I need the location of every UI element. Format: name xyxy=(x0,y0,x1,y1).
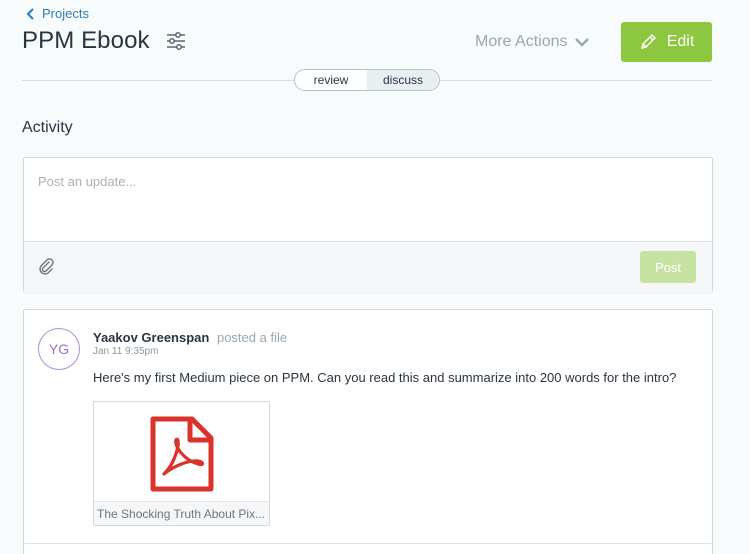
sliders-icon[interactable] xyxy=(166,31,186,51)
back-to-projects-link[interactable]: Projects xyxy=(26,6,89,21)
author-line: Yaakov Greenspan posted a file xyxy=(93,330,287,345)
activity-heading: Activity xyxy=(22,119,73,136)
page-title: PPM Ebook xyxy=(22,27,150,54)
more-actions-label: More Actions xyxy=(475,33,568,50)
chevron-down-icon xyxy=(575,38,590,47)
tab-discuss[interactable]: discuss xyxy=(367,70,439,90)
edit-button[interactable]: Edit xyxy=(621,22,712,62)
post-message: Here's my first Medium piece on PPM. Can… xyxy=(93,370,677,385)
more-actions-dropdown[interactable]: More Actions xyxy=(475,33,590,51)
back-link-label: Projects xyxy=(42,6,89,21)
feed-item: YG Yaakov Greenspan posted a file Jan 11… xyxy=(23,309,713,554)
pdf-file-icon xyxy=(150,416,214,492)
author-name[interactable]: Yaakov Greenspan xyxy=(93,330,209,345)
post-timestamp: Jan 11 9:35pm xyxy=(93,346,159,357)
chevron-left-icon xyxy=(26,7,34,20)
pencil-icon xyxy=(640,34,656,49)
composer-footer: Post xyxy=(24,241,712,292)
attachment-file-name: The Shocking Truth About Pix... xyxy=(94,501,269,525)
post-composer: Post xyxy=(23,157,713,292)
author-action: posted a file xyxy=(216,330,288,345)
title-row: PPM Ebook xyxy=(22,27,186,55)
view-tabs: review discuss xyxy=(294,69,440,91)
avatar[interactable]: YG xyxy=(38,328,80,370)
post-update-input[interactable] xyxy=(24,158,712,242)
tab-review[interactable]: review xyxy=(295,70,367,90)
feed-item-footer xyxy=(24,543,712,544)
paperclip-icon[interactable] xyxy=(38,258,54,276)
post-button[interactable]: Post xyxy=(640,251,696,283)
file-attachment[interactable]: The Shocking Truth About Pix... xyxy=(93,401,270,526)
edit-button-label: Edit xyxy=(666,33,695,50)
